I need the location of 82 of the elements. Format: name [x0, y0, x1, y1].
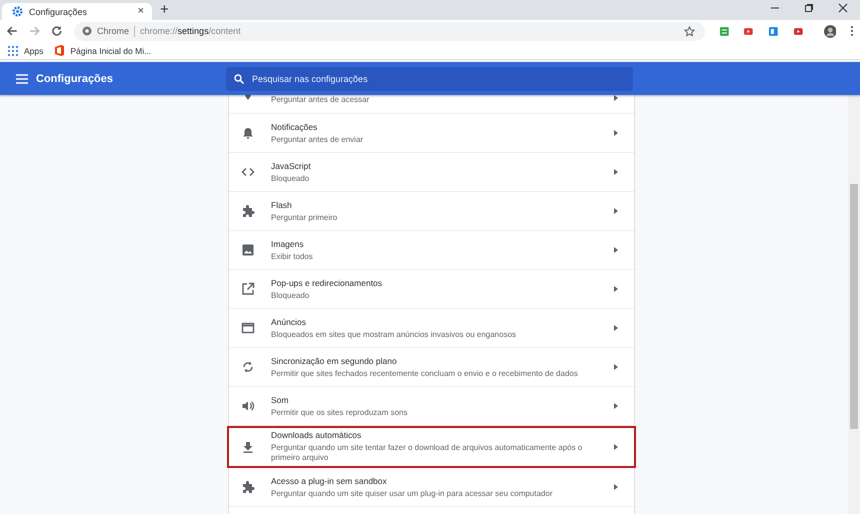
arrow-right-icon: [614, 444, 618, 450]
setting-title: Imagens: [271, 238, 305, 248]
setting-description: Permitir que os sites reproduzam sons: [271, 408, 408, 418]
search-field[interactable]: Pesquisar nas configurações: [226, 66, 633, 90]
window-icon: [241, 321, 255, 335]
settings-row[interactable]: Downloads automáticos Perguntar quando um site tentar fazer o download de arquivos automaticamente após o primeiro arquivo: [227, 426, 636, 468]
page-title: Configurações: [36, 72, 114, 84]
setting-description: Perguntar primeiro: [271, 212, 338, 222]
setting-title: Som: [271, 394, 290, 404]
setting-description: Perguntar antes de acessar: [271, 95, 370, 105]
settings-row[interactable]: Anúncios Bloqueados em sites que mostram anúncios invasivos ou enganosos: [229, 309, 634, 348]
bell-icon: [241, 126, 255, 140]
search-icon: [234, 74, 244, 84]
new-tab-button[interactable]: +: [154, 2, 175, 18]
setting-description: Bloqueados em sites que mostram anúncios invasivos ou enganosos: [271, 330, 518, 340]
browser-tab[interactable]: Configurações ×: [2, 3, 152, 20]
arrow-right-icon: [614, 364, 618, 370]
setting-title: Sincronização em segundo plano: [271, 356, 398, 366]
arrow-right-icon: [614, 247, 618, 253]
puzzle-icon: [241, 204, 255, 218]
settings-row[interactable]: Sincronização em segundo plano Permitir que sites fechados recentemente concluam o envio e o recebimento de dados: [229, 348, 634, 387]
arrow-right-icon: [614, 286, 618, 292]
external-link-icon: [241, 282, 255, 296]
address-bar[interactable]: Chrome chrome://settings/content: [74, 22, 705, 40]
arrow-right-icon: [614, 208, 618, 214]
setting-title: Acesso a plug-in sem sandbox: [271, 476, 388, 486]
bookmark-item[interactable]: Página Inicial do Mi...: [55, 45, 152, 56]
arrow-right-icon: [614, 484, 618, 490]
menu-icon[interactable]: [850, 25, 854, 37]
setting-description: Perguntar quando um site quiser usar um plug-in para acessar seu computador: [271, 488, 554, 498]
sync-icon: [241, 360, 255, 374]
setting-title: Flash: [271, 200, 293, 210]
setting-description: Bloqueado: [271, 290, 310, 300]
reload-icon[interactable]: [51, 25, 64, 37]
chrome-icon: [82, 26, 92, 36]
puzzle-icon: [241, 480, 255, 494]
bookmark-item[interactable]: Apps: [8, 46, 44, 56]
tab-title: Configurações: [29, 6, 88, 16]
arrow-right-icon: [614, 403, 618, 409]
setting-description: Bloqueado: [271, 174, 310, 184]
avatar-icon[interactable]: [824, 24, 836, 38]
arrow-right-icon: [614, 169, 618, 175]
setting-title: Pop-ups e redirecionamentos: [271, 278, 384, 288]
extension-icon[interactable]: [792, 26, 804, 36]
arrow-right-icon: [614, 325, 618, 331]
setting-title: Notificações: [271, 122, 318, 132]
tab-close-button[interactable]: ×: [138, 6, 144, 17]
settings-row[interactable]: Flash Perguntar primeiro: [229, 192, 634, 231]
settings-row[interactable]: Perguntar antes de acessar: [229, 95, 634, 114]
setting-description: Perguntar quando um site tentar fazer o download de arquivos automaticamente após o primeiro arquivo: [271, 443, 584, 463]
image-icon: [241, 243, 255, 257]
scrollbar-thumb[interactable]: [850, 184, 858, 429]
setting-title: Anúncios: [271, 316, 307, 326]
site-label: Chrome: [97, 26, 130, 36]
extension-icon[interactable]: [768, 26, 779, 36]
settings-row[interactable]: Imagens Exibir todos: [229, 231, 634, 270]
grid-icon: [8, 46, 18, 56]
star-icon[interactable]: [684, 26, 695, 36]
setting-title: Downloads automáticos: [271, 430, 362, 440]
setting-title: JavaScript: [271, 160, 312, 170]
arrow-right-icon: [614, 130, 618, 136]
arrow-right-icon: [614, 95, 618, 101]
settings-row[interactable]: Som Permitir que os sites reproduzam sons: [229, 387, 634, 426]
url-text: chrome://settings/content: [140, 26, 241, 36]
extension-icon[interactable]: [743, 26, 754, 36]
restore-icon[interactable]: [804, 2, 814, 12]
settings-row[interactable]: JavaScript Bloqueado: [229, 153, 634, 192]
gear-icon: [12, 6, 23, 17]
settings-row[interactable]: Pop-ups e redirecionamentos Bloqueado: [229, 270, 634, 309]
setting-description: Permitir que sites fechados recentemente concluam o envio e o recebimento de dados: [271, 368, 579, 378]
extension-icon[interactable]: [718, 26, 730, 36]
setting-description: Perguntar antes de enviar: [271, 134, 364, 144]
speaker-icon: [241, 399, 255, 413]
setting-description: Exibir todos: [271, 252, 314, 262]
close-icon[interactable]: [838, 2, 848, 12]
download-icon: [241, 440, 255, 454]
settings-row[interactable]: Notificações Perguntar antes de enviar: [229, 114, 634, 153]
menu-icon[interactable]: [16, 74, 28, 84]
back-icon[interactable]: [6, 25, 18, 37]
scrollbar[interactable]: [848, 95, 860, 514]
settings-row[interactable]: Acesso a plug-in sem sandbox Perguntar quando um site quiser usar um plug-in para acessar seu computador: [229, 468, 634, 507]
document-icon: [55, 45, 64, 56]
